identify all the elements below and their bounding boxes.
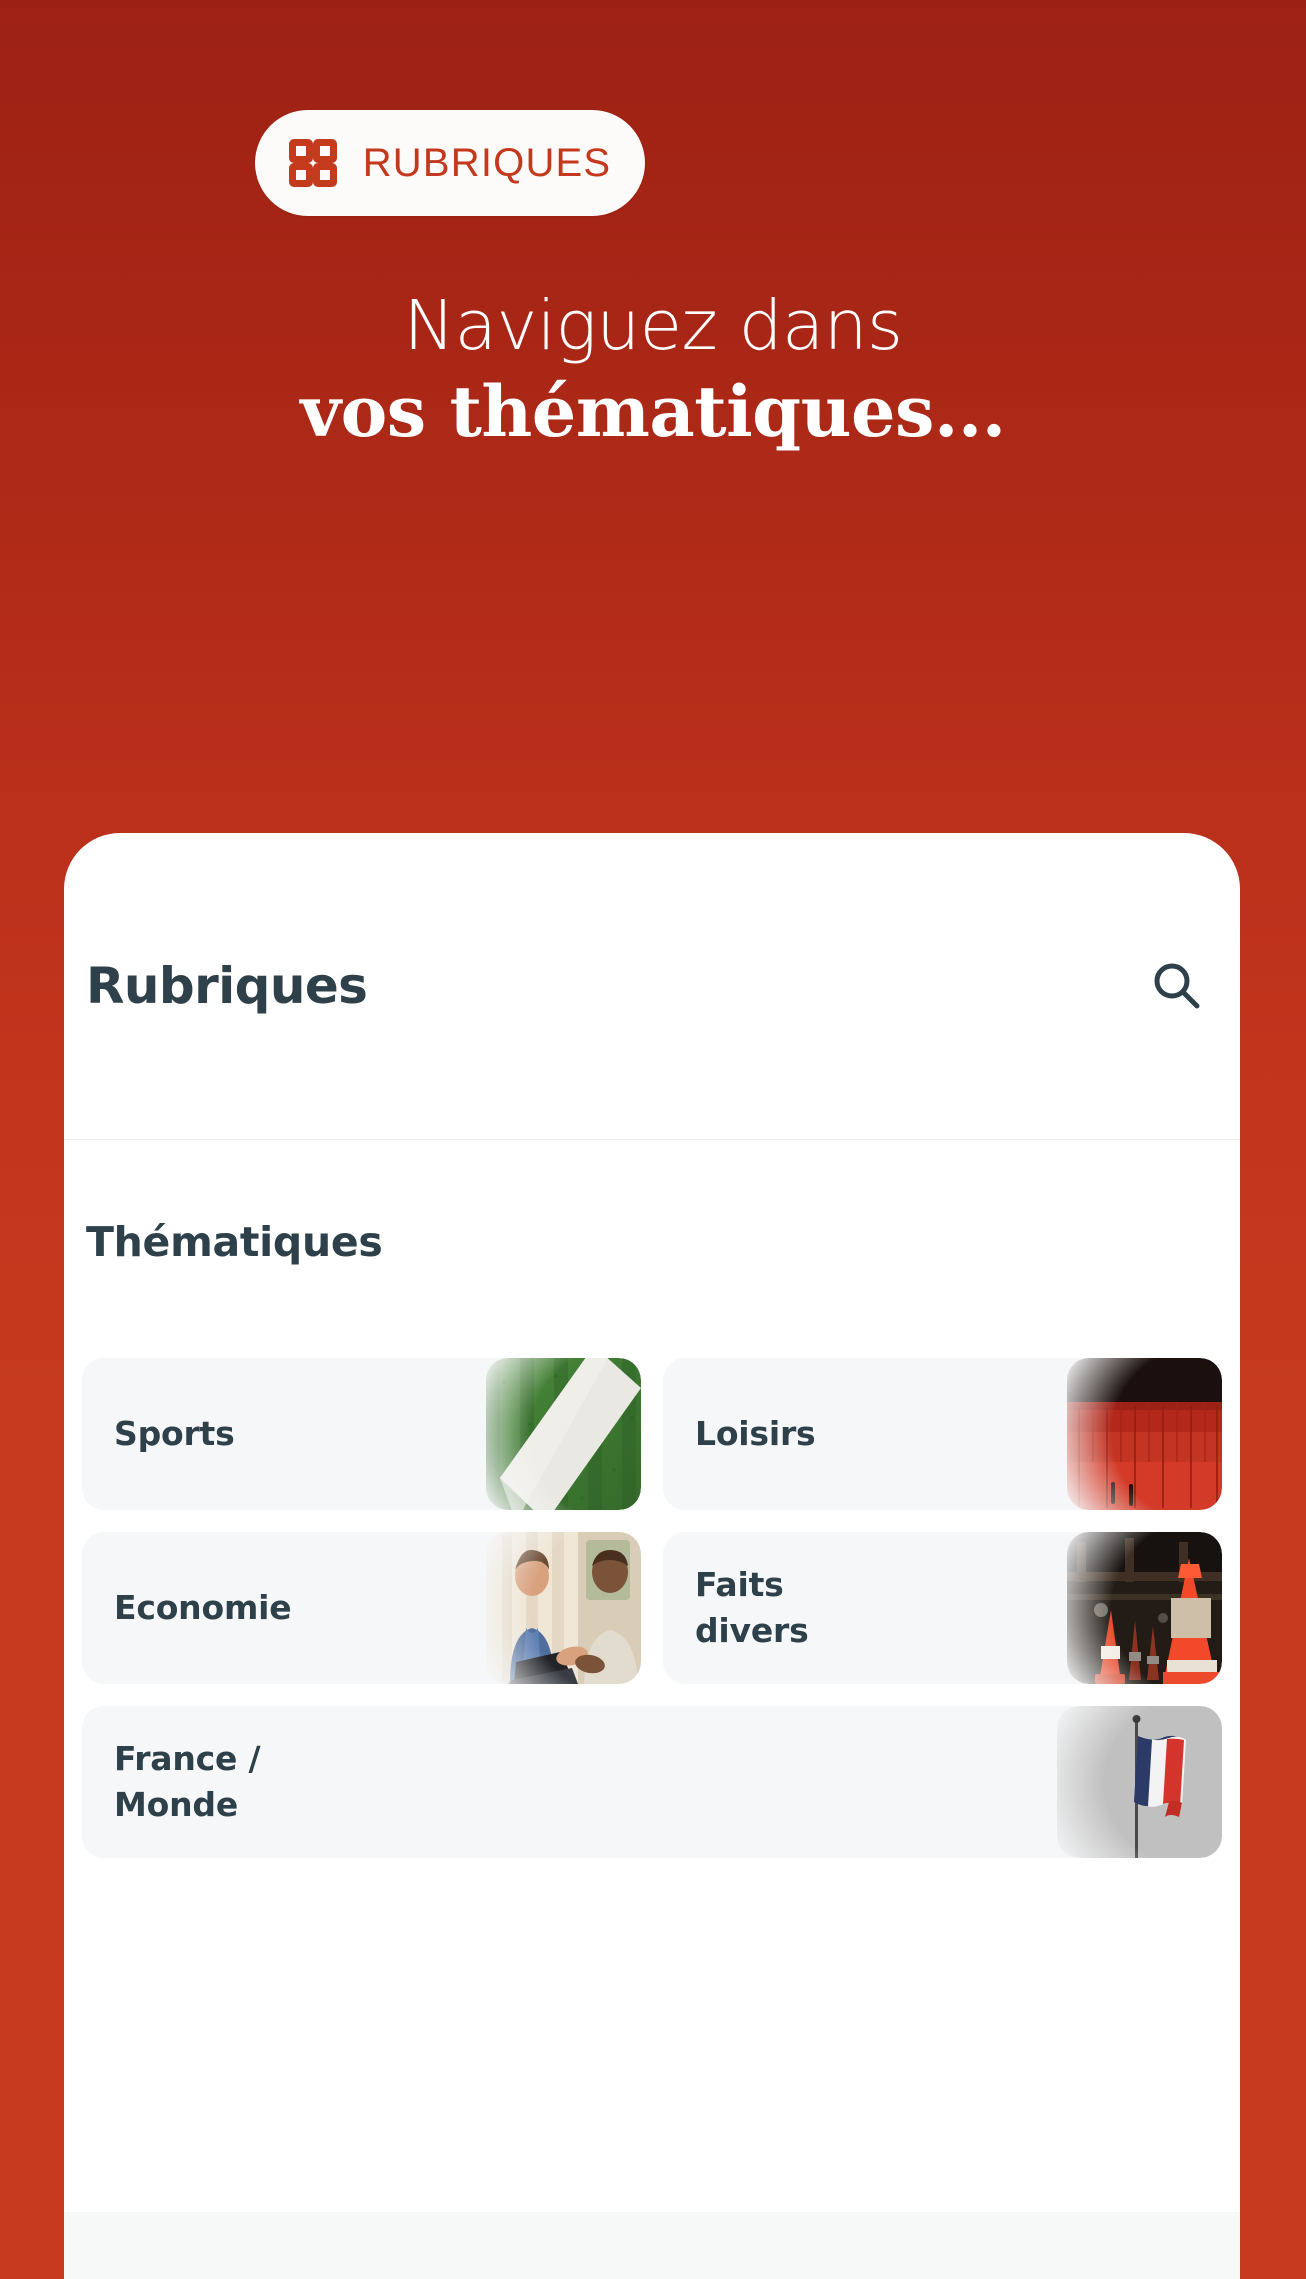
rubriques-button[interactable]: RUBRIQUES bbox=[255, 110, 645, 216]
section-label-thematiques: Thématiques bbox=[86, 1218, 383, 1266]
theme-card-label: Loisirs bbox=[695, 1414, 816, 1454]
sheet-header: Rubriques bbox=[64, 833, 1240, 1140]
theme-card-label: Sports bbox=[114, 1414, 235, 1454]
business-meeting-thumbnail bbox=[486, 1532, 641, 1684]
page-title: Rubriques bbox=[86, 957, 368, 1015]
hero-line-2: vos thématiques... bbox=[300, 370, 1006, 454]
theme-card-economie[interactable]: Economie bbox=[82, 1532, 641, 1684]
search-icon[interactable] bbox=[1150, 959, 1204, 1013]
theme-card-loisirs[interactable]: Loisirs bbox=[663, 1358, 1222, 1510]
hero-heading: Naviguez dans vos thématiques... bbox=[0, 286, 1306, 454]
theme-card-label: France / Monde bbox=[114, 1739, 261, 1824]
hero-line-1: Naviguez dans bbox=[403, 286, 903, 366]
rubriques-sheet: Rubriques Thématiques Sports Loisirs Eco… bbox=[64, 833, 1240, 2279]
theme-card-label: Faits divers bbox=[695, 1565, 809, 1650]
grid-icon bbox=[288, 139, 337, 187]
sheet-footer-band bbox=[64, 2212, 1240, 2279]
theme-card-label: Economie bbox=[114, 1588, 292, 1628]
themes-grid: Sports Loisirs Economie Faits divers Fra… bbox=[82, 1358, 1222, 1858]
theme-card-faits-divers[interactable]: Faits divers bbox=[663, 1532, 1222, 1684]
french-flag-thumbnail bbox=[1057, 1706, 1222, 1858]
theme-card-france-monde[interactable]: France / Monde bbox=[82, 1706, 1222, 1858]
sports-field-thumbnail bbox=[486, 1358, 641, 1510]
traffic-cones-thumbnail bbox=[1067, 1532, 1222, 1684]
cinema-seats-thumbnail bbox=[1067, 1358, 1222, 1510]
theme-card-sports[interactable]: Sports bbox=[82, 1358, 641, 1510]
rubriques-button-label: RUBRIQUES bbox=[362, 141, 612, 185]
